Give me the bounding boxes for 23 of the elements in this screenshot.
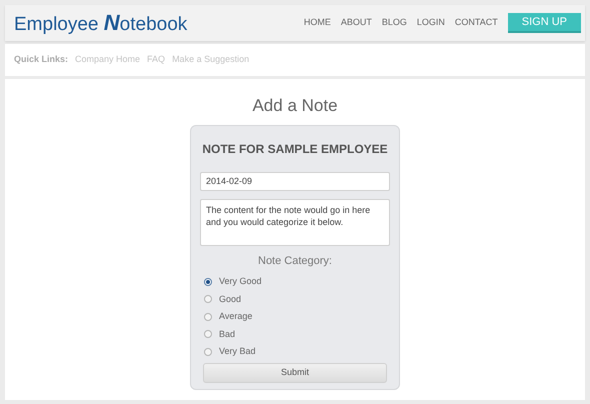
note-field[interactable]: The content for the note would go in here and you would categorize it below. bbox=[200, 198, 390, 246]
quick-links-label: Quick Links: bbox=[14, 53, 68, 66]
page-title: Add a Note bbox=[252, 95, 338, 117]
radio-button[interactable] bbox=[204, 295, 212, 304]
nav-link[interactable]: CONTACT bbox=[454, 16, 498, 30]
radio-button[interactable] bbox=[204, 312, 212, 321]
option-label: Very Bad bbox=[219, 345, 256, 358]
nav-link[interactable]: ABOUT bbox=[340, 16, 372, 30]
nav-link[interactable]: BLOG bbox=[382, 16, 407, 30]
option-label: Very Good bbox=[219, 275, 262, 288]
site-logo[interactable]: Employee Notebook bbox=[14, 6, 188, 40]
radio-button[interactable] bbox=[204, 278, 212, 286]
radio-button[interactable] bbox=[204, 348, 212, 356]
option-label: Average bbox=[219, 310, 252, 323]
radio-button[interactable] bbox=[204, 330, 212, 338]
category-label: Note Category: bbox=[257, 254, 333, 268]
submit-button[interactable]: Submit bbox=[203, 362, 387, 382]
date-field[interactable]: 2014-02-09 bbox=[200, 172, 390, 190]
nav-link[interactable]: HOME bbox=[304, 16, 331, 30]
option-label: Good bbox=[219, 292, 242, 306]
option-label: Bad bbox=[219, 328, 236, 340]
nav-link[interactable]: LOGIN bbox=[416, 16, 445, 30]
form-heading: NOTE FOR SAMPLE EMPLOYEE bbox=[201, 140, 389, 158]
